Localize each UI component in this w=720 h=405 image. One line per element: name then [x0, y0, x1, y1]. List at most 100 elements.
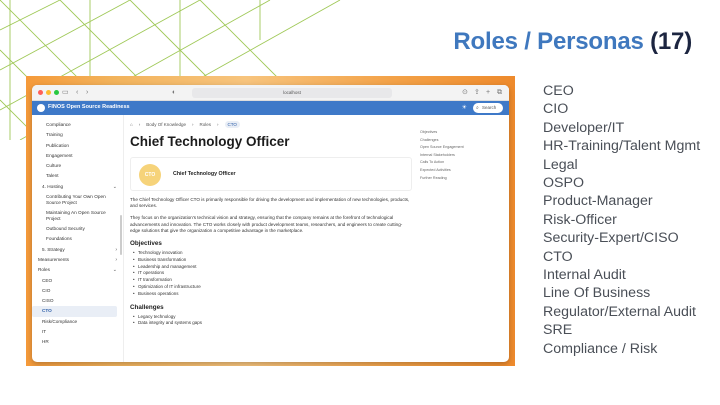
- challenges-heading: Challenges: [130, 303, 164, 311]
- list-item: Business operations: [130, 291, 412, 298]
- sidebar-item-contributing[interactable]: Contributing Your Own Open Source Projec…: [32, 192, 123, 208]
- chevron-down-icon[interactable]: ⌄: [113, 265, 117, 275]
- site-title[interactable]: FINOS Open Source Readiness: [48, 104, 130, 110]
- toc-item[interactable]: Objectives: [420, 129, 505, 137]
- toc-item[interactable]: Challenges: [420, 137, 505, 145]
- list-item: IT transformation: [130, 277, 412, 284]
- sidebar-item-label: Outbound Security: [46, 226, 85, 232]
- sidebar-item-ceo[interactable]: CEO: [32, 276, 123, 286]
- sidebar-item-risk-compliance[interactable]: Risk/Compliance: [32, 317, 123, 327]
- sidebar-item-roles[interactable]: Roles ⌄: [32, 265, 123, 275]
- toc-item[interactable]: Internal Stakeholders: [420, 152, 505, 160]
- list-item: Business transformation: [130, 257, 412, 264]
- sidebar-item-label: Culture: [46, 163, 62, 169]
- search-icon: ⌕: [476, 105, 479, 111]
- sidebar-item-label: CISO: [42, 298, 54, 304]
- sidebar-item-label: Risk/Compliance: [42, 318, 78, 324]
- address-bar[interactable]: localhost: [192, 88, 392, 98]
- chevron-right-icon[interactable]: ›: [86, 88, 88, 97]
- browser-window: ▭ ‹ › ◐ localhost ⊙ ⇪ + ⧉ FINOS Open Sou…: [32, 85, 509, 362]
- persona-item: Internal Audit: [543, 267, 626, 284]
- sidebar-item-label: CTO: [42, 308, 52, 314]
- sidebar-item-label: Training: [46, 132, 63, 138]
- doc-content: ⌂ › Body Of Knowledge › Roles › CTO Chie…: [130, 115, 412, 362]
- download-icon[interactable]: ⊙: [462, 88, 468, 97]
- persona-item: Security-Expert/CISO: [543, 230, 679, 247]
- sidebar-item-measurements[interactable]: Measurements ›: [32, 255, 123, 265]
- sidebar-item-culture[interactable]: Culture: [32, 161, 123, 171]
- close-window-button[interactable]: [38, 90, 43, 95]
- chevron-right-icon[interactable]: ›: [115, 255, 117, 265]
- persona-item: Compliance / Risk: [543, 340, 658, 357]
- sidebar-item-label: CIO: [42, 287, 51, 293]
- site-logo[interactable]: [37, 104, 45, 112]
- sidebar-item-label: IT: [42, 329, 47, 335]
- docs-sidebar: Compliance Training Publication Engageme…: [32, 115, 124, 362]
- toc-item[interactable]: Calls To Action: [420, 159, 505, 167]
- sidebar-item-ciso[interactable]: CISO: [32, 296, 123, 306]
- sidebar-item-hosting[interactable]: 4. Hosting ⌄: [32, 182, 123, 192]
- browser-toolbar: ▭ ‹ › ◐ localhost ⊙ ⇪ + ⧉: [32, 85, 509, 101]
- chevron-down-icon[interactable]: ⌄: [113, 182, 117, 192]
- tabs-overview-icon[interactable]: ⧉: [497, 88, 502, 97]
- embedded-screenshot: ▭ ‹ › ◐ localhost ⊙ ⇪ + ⧉ FINOS Open Sou…: [26, 76, 515, 366]
- toc-item[interactable]: Expected Activities: [420, 167, 505, 175]
- home-icon[interactable]: ⌂: [130, 122, 133, 127]
- persona-item: HR-Training/Talent Mgmt: [543, 138, 701, 155]
- persona-list: CEO CIO Developer/IT HR-Training/Talent …: [543, 82, 700, 358]
- share-icon[interactable]: ⇪: [474, 88, 480, 97]
- persona-item: Line Of Business: [543, 285, 651, 302]
- sidebar-toggle-icon[interactable]: ▭: [62, 88, 69, 97]
- objectives-heading: Objectives: [130, 240, 162, 248]
- persona-item: OSPO: [543, 175, 584, 192]
- list-item: Technology innovation: [130, 250, 412, 257]
- persona-item: Developer/IT: [543, 119, 625, 136]
- maximize-window-button[interactable]: [54, 90, 59, 95]
- challenges-list: Legacy technology Data integrity and sys…: [130, 314, 412, 328]
- sidebar-item-maintaining[interactable]: Maintaining An Open Source Project: [32, 208, 123, 224]
- sidebar-item-foundations[interactable]: Foundations: [32, 234, 123, 244]
- chevron-left-icon[interactable]: ‹: [76, 88, 78, 97]
- chevron-right-icon[interactable]: ›: [115, 245, 117, 255]
- list-item: IT operations: [130, 270, 412, 277]
- sidebar-item-it[interactable]: IT: [32, 327, 123, 337]
- sidebar-item-compliance[interactable]: Compliance: [32, 120, 123, 130]
- breadcrumb-item[interactable]: Body Of Knowledge: [146, 122, 186, 127]
- new-tab-icon[interactable]: +: [486, 88, 490, 97]
- minimize-window-button[interactable]: [46, 90, 51, 95]
- sidebar-item-training[interactable]: Training: [32, 130, 123, 140]
- persona-item: CEO: [543, 83, 574, 99]
- sidebar-item-strategy[interactable]: 5. Strategy ›: [32, 245, 123, 255]
- sidebar-item-label: Contributing Your Own Open Source Projec…: [46, 194, 106, 206]
- breadcrumb-current: CTO: [224, 121, 240, 128]
- sidebar-item-cto[interactable]: CTO: [32, 306, 117, 317]
- role-profile-card: CTO Chief Technology Officer: [130, 157, 412, 191]
- toc-item[interactable]: Further Reading: [420, 175, 505, 183]
- slide-title-count: (17): [650, 28, 692, 55]
- list-item: Legacy technology: [130, 314, 412, 321]
- sidebar-item-cio[interactable]: CIO: [32, 286, 123, 296]
- slide-title-text: Roles / Personas: [453, 28, 644, 55]
- role-badge: CTO: [139, 164, 161, 186]
- shield-icon[interactable]: ◐: [172, 88, 176, 97]
- list-item: Leadership and management: [130, 264, 412, 271]
- sidebar-item-engagement[interactable]: Engagement: [32, 151, 123, 161]
- sidebar-scrollbar[interactable]: [120, 215, 122, 255]
- theme-toggle-icon[interactable]: ☀: [462, 104, 467, 111]
- sidebar-item-hr[interactable]: HR: [32, 337, 123, 347]
- sidebar-item-talent[interactable]: Talent: [32, 171, 123, 181]
- search-input[interactable]: ⌕ Search: [473, 103, 503, 113]
- intro-paragraph: The Chief Technology Officer CTO is prim…: [130, 197, 410, 209]
- role-card-name: Chief Technology Officer: [173, 171, 236, 177]
- persona-item: CTO: [543, 248, 573, 265]
- sidebar-item-label: Compliance: [46, 122, 71, 127]
- window-controls: [38, 90, 59, 95]
- table-of-contents: Objectives Challenges Open Source Engage…: [420, 129, 505, 182]
- page-title: Chief Technology Officer: [130, 134, 290, 149]
- sidebar-item-outbound-security[interactable]: Outbound Security: [32, 224, 123, 234]
- sidebar-item-publication[interactable]: Publication: [32, 141, 123, 151]
- breadcrumb-item[interactable]: Roles: [200, 122, 212, 127]
- slide-title: Roles / Personas (17): [453, 28, 692, 56]
- sidebar-item-label: Publication: [46, 142, 69, 148]
- toc-item[interactable]: Open Source Engagement: [420, 144, 505, 152]
